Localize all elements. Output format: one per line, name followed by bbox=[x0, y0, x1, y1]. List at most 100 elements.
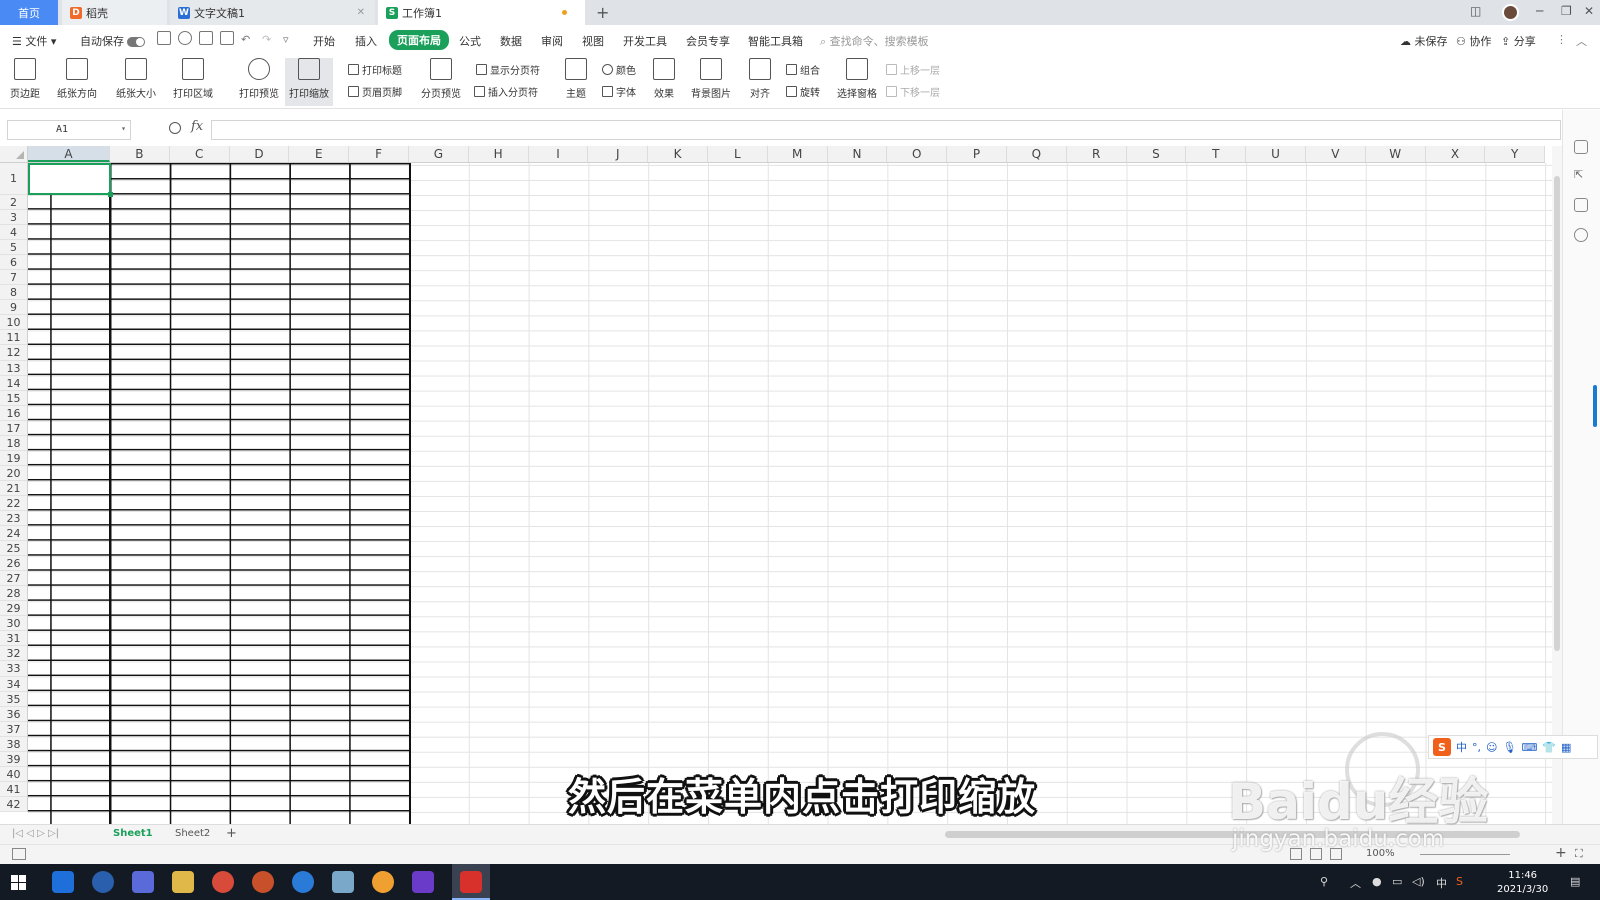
menu-item-member[interactable]: 会员专享 bbox=[686, 33, 730, 49]
row-header[interactable]: 40 bbox=[0, 767, 27, 782]
help-icon[interactable] bbox=[1574, 228, 1588, 242]
column-header[interactable]: Y bbox=[1485, 146, 1546, 162]
tray-expand-icon[interactable]: ︿ bbox=[1350, 875, 1361, 891]
collab-button[interactable]: ⚇ 协作 bbox=[1456, 33, 1491, 49]
layout-icon[interactable]: ◫ bbox=[1470, 4, 1481, 18]
windows-start-icon[interactable] bbox=[11, 875, 26, 890]
group-button[interactable]: 组合 bbox=[786, 62, 820, 77]
column-header[interactable]: E bbox=[289, 146, 350, 162]
print-preview-icon[interactable] bbox=[220, 31, 234, 45]
autosave-toggle[interactable]: 自动保存 bbox=[80, 33, 145, 49]
skin-icon[interactable]: 👕 bbox=[1542, 741, 1556, 754]
row-header[interactable]: 4 bbox=[0, 225, 27, 241]
align-button[interactable]: 对齐 bbox=[749, 58, 771, 100]
row-header[interactable]: 9 bbox=[0, 300, 27, 316]
zoom-slider[interactable] bbox=[1420, 854, 1510, 855]
fullscreen-icon[interactable]: ⛶ bbox=[1575, 847, 1583, 861]
sogou-tray-icon[interactable]: S bbox=[1456, 875, 1463, 888]
row-header[interactable]: 3 bbox=[0, 210, 27, 226]
column-header[interactable]: M bbox=[768, 146, 828, 162]
row-header[interactable]: 21 bbox=[0, 481, 27, 496]
header-footer-button[interactable]: 页眉页脚 bbox=[348, 84, 402, 99]
column-header[interactable]: G bbox=[409, 146, 469, 162]
share-button[interactable]: ⇪ 分享 bbox=[1501, 33, 1536, 49]
wps-taskbar-item[interactable] bbox=[452, 864, 490, 900]
row-header[interactable]: 31 bbox=[0, 631, 27, 647]
command-search[interactable]: ⌕ 查找命令、搜索模板 bbox=[820, 33, 929, 49]
fx-icon[interactable]: fx bbox=[191, 119, 203, 134]
row-header[interactable]: 28 bbox=[0, 586, 27, 602]
collapse-ribbon-icon[interactable]: ︿ bbox=[1576, 33, 1587, 49]
row-header[interactable]: 7 bbox=[0, 270, 27, 286]
punctuation-icon[interactable]: °, bbox=[1472, 741, 1481, 754]
messaging-icon[interactable] bbox=[372, 871, 394, 893]
row-header[interactable]: 20 bbox=[0, 466, 27, 481]
row-header[interactable]: 37 bbox=[0, 722, 27, 737]
column-header[interactable]: S bbox=[1127, 146, 1187, 162]
column-header[interactable]: C bbox=[170, 146, 230, 162]
column-header[interactable]: Q bbox=[1007, 146, 1067, 162]
row-header[interactable]: 34 bbox=[0, 677, 27, 692]
ime-mode[interactable]: 中 bbox=[1456, 739, 1467, 755]
print-preview-button[interactable]: 打印预览 bbox=[239, 58, 279, 100]
name-box[interactable]: A1 bbox=[7, 120, 131, 140]
avatar[interactable] bbox=[1502, 4, 1519, 21]
row-header[interactable]: 22 bbox=[0, 496, 27, 511]
column-header[interactable]: A bbox=[28, 146, 110, 162]
column-header[interactable]: H bbox=[469, 146, 529, 162]
file-explorer-icon[interactable] bbox=[172, 871, 194, 893]
row-header[interactable]: 11 bbox=[0, 330, 27, 346]
emoji-icon[interactable]: ☺ bbox=[1486, 741, 1497, 754]
format-painter-icon[interactable] bbox=[178, 31, 192, 45]
page-break-preview-button[interactable]: 分页预览 bbox=[421, 58, 461, 100]
row-header[interactable]: 1 bbox=[0, 163, 27, 195]
vertical-scrollbar[interactable] bbox=[1552, 146, 1562, 824]
orientation-button[interactable]: 纸张方向 bbox=[57, 58, 97, 100]
effects-button[interactable]: 效果 bbox=[653, 58, 675, 100]
row-header[interactable]: 25 bbox=[0, 541, 27, 557]
first-sheet-icon[interactable]: |◁ ◁ ▷ ▷| bbox=[12, 828, 59, 839]
tab-docer[interactable]: D 稻壳 bbox=[62, 0, 167, 25]
row-header[interactable]: 32 bbox=[0, 646, 27, 662]
print-scale-button[interactable]: 打印缩放 bbox=[285, 58, 333, 106]
row-header[interactable]: 24 bbox=[0, 526, 27, 542]
column-header[interactable]: W bbox=[1366, 146, 1426, 162]
menu-item-page-layout[interactable]: 页面布局 bbox=[389, 30, 449, 50]
column-header[interactable]: U bbox=[1246, 146, 1306, 162]
paper-size-button[interactable]: 纸张大小 bbox=[116, 58, 156, 100]
column-header[interactable]: D bbox=[230, 146, 290, 162]
keyboard-icon[interactable]: ⌨ bbox=[1521, 741, 1537, 754]
row-header[interactable]: 23 bbox=[0, 511, 27, 527]
close-icon[interactable]: ✕ bbox=[357, 7, 365, 18]
row-header[interactable]: 6 bbox=[0, 255, 27, 271]
notification-icon[interactable]: ▤ bbox=[1570, 875, 1580, 888]
row-header[interactable]: 26 bbox=[0, 556, 27, 572]
notepad-icon[interactable] bbox=[332, 871, 354, 893]
tray-app-icon[interactable]: ● bbox=[1372, 875, 1382, 888]
menu-item-data[interactable]: 数据 bbox=[500, 33, 522, 49]
macro-icon[interactable] bbox=[12, 848, 26, 860]
row-header[interactable]: 12 bbox=[0, 345, 27, 361]
row-header[interactable]: 39 bbox=[0, 752, 27, 767]
network-icon[interactable]: ▭ bbox=[1392, 875, 1402, 888]
ime-toolbar[interactable]: S 中 °, ☺ 🎙 ⌨ 👕 ▦ bbox=[1428, 735, 1598, 759]
row-header[interactable]: 30 bbox=[0, 616, 27, 632]
unsaved-button[interactable]: ☁ 未保存 bbox=[1400, 33, 1448, 49]
column-header[interactable]: B bbox=[110, 146, 170, 162]
minimize-button[interactable]: ─ bbox=[1536, 4, 1543, 18]
fonts-button[interactable]: 字体 bbox=[602, 84, 636, 99]
undo-icon[interactable]: ↶ bbox=[241, 33, 250, 46]
row-header[interactable]: 27 bbox=[0, 571, 27, 587]
new-tab-button[interactable]: + bbox=[596, 3, 609, 22]
column-header[interactable]: O bbox=[887, 146, 948, 162]
column-header[interactable]: N bbox=[828, 146, 888, 162]
row-header[interactable]: 38 bbox=[0, 737, 27, 752]
selection-pane-button[interactable]: 选择窗格 bbox=[837, 58, 877, 100]
column-header[interactable]: J bbox=[588, 146, 649, 162]
print-area-button[interactable]: 打印区域 bbox=[173, 58, 213, 100]
app-cube-icon[interactable] bbox=[132, 871, 154, 893]
menu-item-developer[interactable]: 开发工具 bbox=[623, 33, 667, 49]
add-sheet-button[interactable]: + bbox=[226, 826, 237, 841]
zoom-icon[interactable] bbox=[169, 122, 181, 134]
row-header[interactable]: 41 bbox=[0, 782, 27, 797]
